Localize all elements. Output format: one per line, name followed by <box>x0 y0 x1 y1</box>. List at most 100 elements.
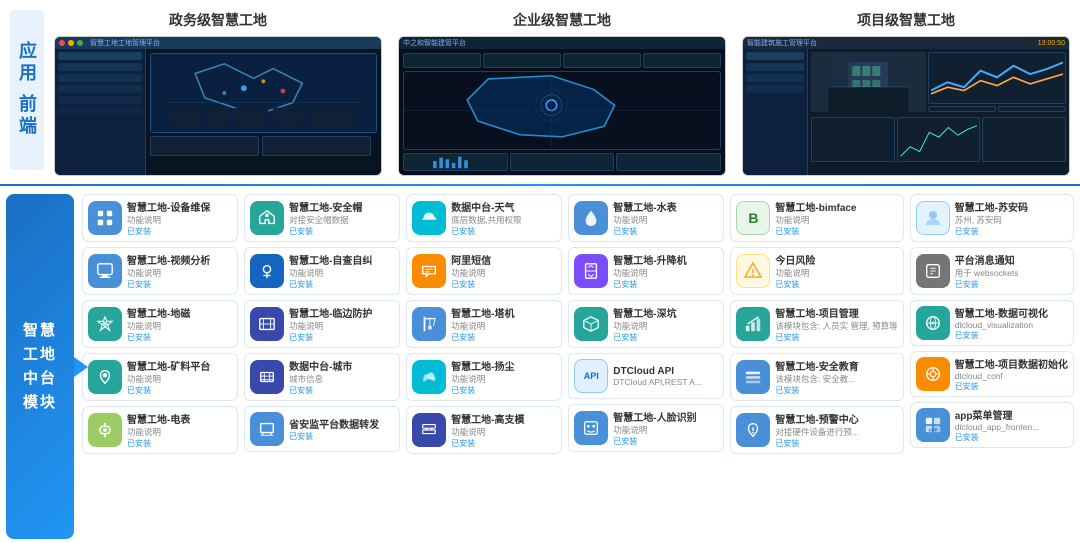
module-icon <box>736 254 770 288</box>
module-status: 已安装 <box>451 385 514 396</box>
module-desc: dtcloud_visualization <box>955 320 1048 330</box>
module-desc: dtcloud_app_fronten... <box>955 422 1040 432</box>
module-status: 已安装 <box>451 332 514 343</box>
module-card[interactable]: 省安监平台数据转发 已安装 <box>244 406 400 452</box>
module-icon <box>574 411 608 445</box>
module-icon <box>574 307 608 341</box>
module-name: DTCloud API <box>613 366 702 377</box>
module-icon <box>736 413 770 447</box>
module-card[interactable]: 智慧工地-视频分析 功能说明 已安装 <box>82 247 238 295</box>
module-card[interactable]: 今日风险 功能说明 已安装 <box>730 247 903 295</box>
module-icon <box>88 413 122 447</box>
module-desc: 该模块包含: 安全教... <box>775 373 858 385</box>
module-desc: 功能说明 <box>451 320 514 332</box>
module-name: 智慧工地-矿料平台 <box>127 358 210 373</box>
module-card[interactable]: 智慧工地-安全帽 对接安全帽数据 已安装 <box>244 194 400 242</box>
module-icon <box>250 254 284 288</box>
module-desc: 功能说明 <box>127 373 210 385</box>
module-icon <box>88 307 122 341</box>
module-status: 已安装 <box>289 431 379 442</box>
module-desc: 功能说明 <box>775 267 815 279</box>
bottom-section: 智慧 工地 中台 模块 智慧工地-设备维保 功能说明 已安装 <box>0 190 1080 543</box>
module-card[interactable]: 智慧工地-升降机 功能说明 已安装 <box>568 247 724 295</box>
module-name: 智慧工地-苏安码 <box>955 199 1028 214</box>
module-card[interactable]: APP app菜单管理 dtcloud_app_fronten... 已安装 <box>910 402 1074 448</box>
module-desc: 功能说明 <box>127 214 210 226</box>
module-name: 数据中台-天气 <box>451 199 521 214</box>
module-card[interactable]: 智慧工地-深坑 功能说明 已安装 <box>568 300 724 348</box>
module-status: 已安装 <box>451 438 524 449</box>
module-card[interactable]: API DTCloud API DTCloud API,REST A... <box>568 353 724 399</box>
module-card[interactable]: 智慧工地-项目数据初始化 dtcloud_conf 已安装 <box>910 351 1074 397</box>
module-card[interactable]: 智慧工地-地磁 功能说明 已安装 <box>82 300 238 348</box>
module-card[interactable]: 智慧工地-水表 功能说明 已安装 <box>568 194 724 242</box>
module-status: 已安装 <box>775 438 859 449</box>
module-name: 智慧工地-深坑 <box>613 305 676 320</box>
module-desc: DTCloud API,REST A... <box>613 377 702 387</box>
module-card[interactable]: 智慧工地-人脸识别 功能说明 已安装 <box>568 404 724 452</box>
module-card[interactable]: 智慧工地-电表 功能说明 已安装 <box>82 406 238 454</box>
module-card[interactable]: 数据中台-天气 底层数据,共用权限 已安装 <box>406 194 562 242</box>
module-card[interactable]: 智慧工地-自查自纠 功能说明 已安装 <box>244 247 400 295</box>
modules-column-3: 智慧工地-水表 功能说明 已安装 智慧工地-升降机 功能说明 已安装 <box>568 194 724 539</box>
module-card[interactable]: 智慧工地-高支模 功能说明 已安装 <box>406 406 562 454</box>
module-label: 智慧 工地 中台 模块 <box>6 194 74 539</box>
module-status: 已安装 <box>289 279 372 290</box>
module-name: 智慧工地-安全帽 <box>289 199 362 214</box>
module-status: 已安装 <box>289 332 372 343</box>
module-icon <box>412 413 446 447</box>
module-name: 智慧工地-安全教育 <box>775 358 858 373</box>
module-desc: 苏州, 苏安码 <box>955 214 1028 226</box>
module-card[interactable]: 智慧工地-项目管理 该模块包含: 人员实 管理, 预算等 已安装 <box>730 300 903 348</box>
svg-text:APP: APP <box>928 427 937 432</box>
module-desc: 功能说明 <box>127 320 190 332</box>
top-section: 应用 前端 政务级智慧工地 智慧工地工地管理平台 <box>0 0 1080 176</box>
module-name: 省安监平台数据转发 <box>289 416 379 431</box>
modules-column-1: 智慧工地-安全帽 对接安全帽数据 已安装 智慧工地-自查自纠 功能说明 已安装 <box>244 194 400 539</box>
module-status: 已安装 <box>955 226 1028 237</box>
module-card[interactable]: 智慧工地-矿料平台 功能说明 已安装 <box>82 353 238 401</box>
module-status: 已安装 <box>127 438 190 449</box>
module-name: 数据中台-城市 <box>289 358 352 373</box>
module-status: 已安装 <box>613 436 696 447</box>
module-icon <box>916 254 950 288</box>
module-status: 已安装 <box>775 385 858 396</box>
module-desc: 底层数据,共用权限 <box>451 214 521 226</box>
module-name: 智慧工地-扬尘 <box>451 358 514 373</box>
module-card[interactable]: 智慧工地-设备维保 功能说明 已安装 <box>82 194 238 242</box>
module-card[interactable]: 阿里短信 功能说明 已安装 <box>406 247 562 295</box>
module-status: 已安装 <box>613 332 676 343</box>
module-status: 已安装 <box>613 279 686 290</box>
module-name: 智慧工地-预警中心 <box>775 411 859 426</box>
module-card[interactable]: 智慧工地-苏安码 苏州, 苏安码 已安装 <box>910 194 1074 242</box>
module-name: 智慧工地-升降机 <box>613 252 686 267</box>
module-desc: 城市信息 <box>289 373 352 385</box>
module-status: 已安装 <box>127 226 210 237</box>
module-name: 智慧工地-地磁 <box>127 305 190 320</box>
module-icon <box>88 201 122 235</box>
module-card[interactable]: 平台消息通知 用于 websockets 已安装 <box>910 247 1074 295</box>
module-status: 已安装 <box>613 226 676 237</box>
module-status: 已安装 <box>289 226 362 237</box>
module-card[interactable]: B 智慧工地-bimface 功能说明 已安装 <box>730 194 903 242</box>
module-desc: 功能说明 <box>127 267 210 279</box>
module-card[interactable]: 智慧工地-预警中心 对接硬件设备进行预... 已安装 <box>730 406 903 454</box>
module-name: 智慧工地-高支模 <box>451 411 524 426</box>
module-status: 已安装 <box>955 381 1068 392</box>
module-status: 已安装 <box>775 332 897 343</box>
modules-column-5: 智慧工地-苏安码 苏州, 苏安码 已安装 平台消息通知 用于 websocket… <box>910 194 1074 539</box>
module-status: 已安装 <box>451 226 521 237</box>
module-status: 已安装 <box>955 330 1048 341</box>
module-desc: 功能说明 <box>613 214 676 226</box>
module-card[interactable]: 数据中台-城市 城市信息 已安装 <box>244 353 400 401</box>
module-card[interactable]: 智慧工地-临边防护 功能说明 已安装 <box>244 300 400 348</box>
screenshots-area: 政务级智慧工地 智慧工地工地管理平台 <box>54 10 1070 176</box>
module-card[interactable]: 智慧工地-塔机 功能说明 已安装 <box>406 300 562 348</box>
module-desc: 对接安全帽数据 <box>289 214 362 226</box>
module-card[interactable]: 智慧工地-安全教育 该模块包含: 安全教... 已安装 <box>730 353 903 401</box>
module-card[interactable]: 智慧工地-数据可视化 dtcloud_visualization 已安装 <box>910 300 1074 346</box>
enterprise-title: 企业级智慧工地 <box>513 10 611 30</box>
module-icon: B <box>736 201 770 235</box>
module-name: 智慧工地-水表 <box>613 199 676 214</box>
module-card[interactable]: 智慧工地-扬尘 功能说明 已安装 <box>406 353 562 401</box>
